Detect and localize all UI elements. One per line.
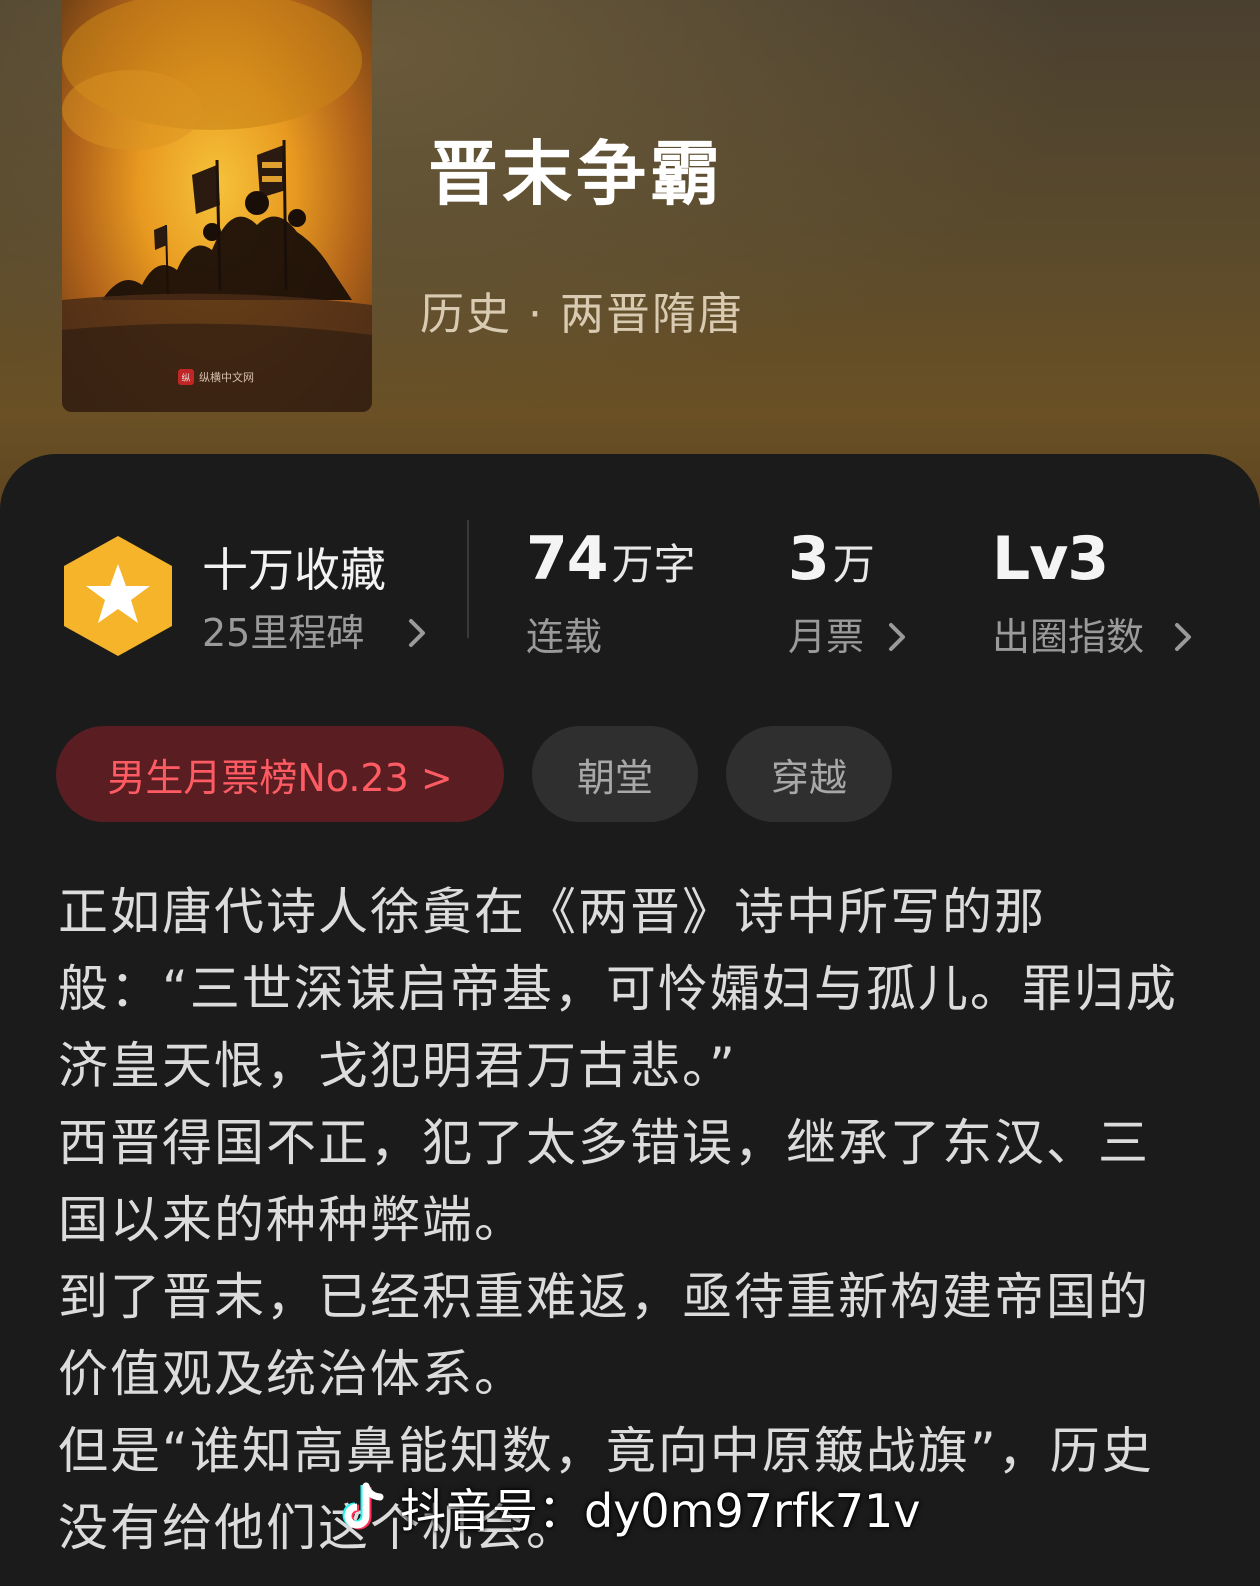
word-count: 74万字 xyxy=(526,524,696,594)
monthly-tickets-unit: 万 xyxy=(832,540,875,589)
word-count-unit: 万字 xyxy=(611,540,696,589)
milestone-label[interactable]: 25里程碑 xyxy=(202,602,364,657)
tag-chip[interactable]: 穿越 xyxy=(726,726,892,822)
tiktok-logo-icon xyxy=(342,1482,384,1530)
monthly-tickets-label[interactable]: 月票 xyxy=(788,606,864,661)
monthly-tickets-count[interactable]: 3万 xyxy=(788,524,875,594)
cover-art-icon xyxy=(62,0,372,412)
chevron-right-icon[interactable] xyxy=(886,620,908,654)
cover-publisher-logo: 纵 纵横中文网 xyxy=(178,368,254,386)
star-badge-icon[interactable] xyxy=(60,534,176,658)
book-genre[interactable]: 历史 · 两晋隋唐 xyxy=(420,278,744,342)
douyin-watermark: 抖音号：dy0m97rfk71v xyxy=(336,1476,921,1540)
synopsis-paragraph: 正如唐代诗人徐夤在《两晋》诗中所写的那般：“三世深谋启帝基，可怜孀妇与孤儿。罪归… xyxy=(58,883,1178,1095)
synopsis-paragraph: 到了晋末，已经积重难返，亟待重新构建帝国的价值观及统治体系。 xyxy=(58,1268,1150,1403)
influence-level[interactable]: Lv3 xyxy=(992,524,1109,594)
book-info-sheet: 十万收藏 25里程碑 74万字 连载 3万 月票 Lv3 出圈指数 男生月票榜N… xyxy=(0,454,1260,1586)
book-cover-image[interactable]: 纵 纵横中文网 xyxy=(62,0,372,412)
influence-index-label[interactable]: 出圈指数 xyxy=(992,606,1144,661)
publisher-name: 纵横中文网 xyxy=(199,371,254,384)
monthly-tickets-number: 3 xyxy=(788,524,830,594)
favorites-label[interactable]: 十万收藏 xyxy=(202,534,386,600)
synopsis-paragraph: 西晋得国不正，犯了太多错误，继承了东汉、三国以来的种种弊端。 xyxy=(58,1114,1150,1249)
chevron-right-icon[interactable] xyxy=(406,616,428,650)
stats-row: 十万收藏 25里程碑 74万字 连载 3万 月票 Lv3 出圈指数 xyxy=(0,454,1260,674)
tag-chip[interactable]: 朝堂 xyxy=(532,726,698,822)
book-title: 晋末争霸 xyxy=(428,133,724,215)
serial-status: 连载 xyxy=(526,615,603,659)
influence-level-value: Lv3 xyxy=(992,524,1109,594)
chevron-right-icon[interactable] xyxy=(1172,620,1194,654)
book-synopsis[interactable]: 正如唐代诗人徐夤在《两晋》诗中所写的那般：“三世深谋启帝基，可怜孀妇与孤儿。罪归… xyxy=(58,874,1188,1567)
stats-divider xyxy=(467,520,469,638)
word-count-number: 74 xyxy=(526,524,608,594)
publisher-icon: 纵 xyxy=(178,369,194,385)
watermark-text: 抖音号：dy0m97rfk71v xyxy=(400,1484,921,1538)
rank-chip[interactable]: 男生月票榜No.23 > xyxy=(56,726,504,822)
book-header: 纵 纵横中文网 晋末争霸 历史 · 两晋隋唐 xyxy=(0,0,1260,520)
